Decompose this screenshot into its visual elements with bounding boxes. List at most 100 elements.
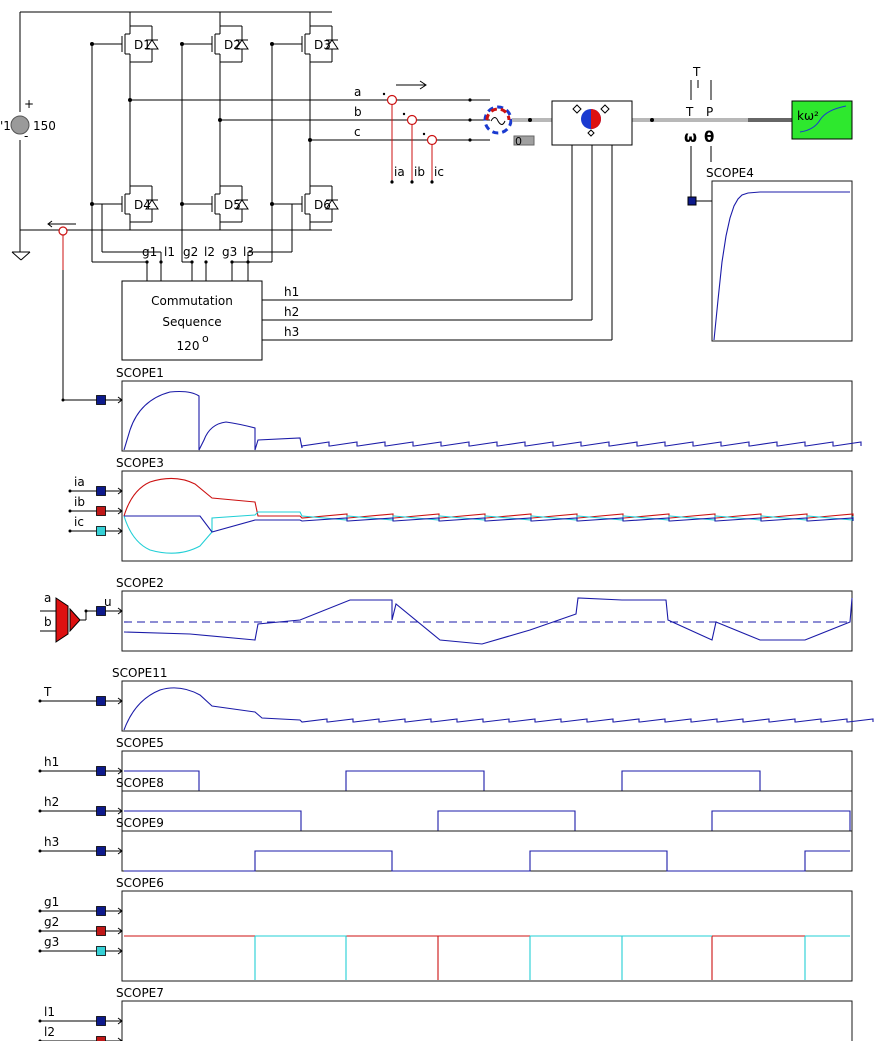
scope-title: SCOPE11 (112, 666, 168, 680)
inverter-bridge: D1 D2 D3 D4 D5 D6 (90, 12, 339, 281)
scope-input-label: h3 (44, 835, 59, 849)
scope-title: SCOPE5 (116, 736, 164, 750)
scope-input-port[interactable] (687, 196, 697, 206)
phase-c-label: c (354, 125, 361, 139)
scope-input-label: l1 (44, 1005, 55, 1019)
scope-input-label: ic (74, 515, 84, 529)
phase-a-label: a (354, 85, 361, 99)
scope-title: SCOPE2 (116, 576, 164, 590)
hall-sensor-block[interactable] (551, 100, 633, 146)
switch-d4[interactable]: D4 (90, 170, 159, 230)
sensor-input-label: a (44, 591, 51, 605)
scope-title: SCOPE4 (706, 166, 754, 180)
scope-title: SCOPE3 (116, 456, 164, 470)
minus-sign: - (24, 129, 28, 143)
scope-input-label: u (104, 595, 112, 609)
plus-sign: + (24, 97, 34, 111)
source-voltage-label: 150 (33, 119, 56, 133)
scope-input-label: T (43, 685, 52, 699)
scope-input-port[interactable] (96, 766, 106, 776)
angle-theta-label: θ (704, 128, 714, 146)
scope-input-label: h2 (44, 795, 59, 809)
scope-input-label: l2 (44, 1025, 55, 1039)
source-side-label: '1 (0, 119, 11, 133)
scope4[interactable]: SCOPE4 (687, 166, 853, 342)
degree-symbol: o (202, 332, 209, 345)
scope-title: SCOPE7 (116, 986, 164, 1000)
switch-label: D1 (134, 38, 151, 52)
switch-d2[interactable]: D2 (180, 12, 249, 100)
scope-input-label: g3 (44, 935, 59, 949)
scope-input-port[interactable] (96, 1016, 106, 1026)
scope-input-label: ib (74, 495, 85, 509)
scope-input-port[interactable] (96, 506, 106, 516)
pin-g1-label: g1 (142, 245, 157, 259)
h2-label: h2 (284, 305, 299, 319)
torque-label: T (685, 105, 694, 119)
scope-input-label: g2 (44, 915, 59, 929)
probe-label: ib (414, 165, 425, 179)
commutation-label-2: Sequence (162, 315, 221, 329)
switch-label: D3 (314, 38, 331, 52)
scope7[interactable]: SCOPE7 l1 l2 (38, 986, 853, 1041)
switch-d5[interactable]: D5 (180, 170, 249, 230)
scope-input-port[interactable] (96, 806, 106, 816)
h1-label: h1 (284, 285, 299, 299)
scope-title: SCOPE8 (116, 776, 164, 790)
scope-input-port[interactable] (96, 926, 106, 936)
scope-input-label: g1 (44, 895, 59, 909)
scope-title: SCOPE6 (116, 876, 164, 890)
dc-voltage-source[interactable]: + - 150 '1 (0, 97, 56, 143)
scope-input-label: ia (74, 475, 85, 489)
bldc-motor-icon[interactable]: 0 (483, 105, 535, 148)
switch-label: D4 (134, 198, 151, 212)
scope6[interactable]: SCOPE6 g1 g2 g3 (38, 876, 853, 982)
load-label: kω² (797, 109, 819, 123)
scope-title: SCOPE1 (116, 366, 164, 380)
scope-input-port[interactable] (96, 906, 106, 916)
switch-d3[interactable]: D3 (270, 12, 339, 100)
pin-g2-label: g2 (183, 245, 198, 259)
switch-label: D5 (224, 198, 241, 212)
probe-label: ia (394, 165, 405, 179)
scope11[interactable]: SCOPE11 T (38, 666, 874, 732)
switch-d6[interactable]: D6 (270, 170, 339, 230)
scope-input-port[interactable] (96, 696, 106, 706)
torque-top-label: T (692, 65, 701, 79)
scope3[interactable]: SCOPE3 ia ib ic (68, 456, 854, 562)
scope-panel: SCOPE1SCOPE3iaibicSCOPE2uabSCOPE11TSCOPE… (38, 366, 874, 1041)
commutation-label-1: Commutation (151, 294, 233, 308)
scope-input-port[interactable] (96, 486, 106, 496)
speed-omega-label: ω (684, 128, 697, 146)
power-label: P (706, 105, 713, 119)
switch-label: D2 (224, 38, 241, 52)
pin-g3-label: g3 (222, 245, 237, 259)
pin-l1-label: l1 (164, 245, 175, 259)
scope-title: SCOPE9 (116, 816, 164, 830)
h3-label: h3 (284, 325, 299, 339)
probe-label: ic (434, 165, 444, 179)
switch-d1[interactable]: D1 (90, 12, 159, 100)
scope1[interactable]: SCOPE1 (61, 366, 862, 452)
gate-routing-wires (91, 44, 312, 281)
probe-ib[interactable]: ib (402, 112, 425, 184)
scope-input-label: h1 (44, 755, 59, 769)
scope2[interactable]: SCOPE2 u ab (44, 576, 853, 652)
scope-input-port[interactable] (96, 395, 106, 405)
scope-input-port[interactable] (96, 526, 106, 536)
phase-b-label: b (354, 105, 362, 119)
switch-label: D6 (314, 198, 331, 212)
scope-input-port[interactable] (96, 846, 106, 856)
probe-ia[interactable]: ia (382, 92, 405, 184)
phase-current-probes: ia ib ic (382, 92, 472, 184)
dc-current-probe[interactable] (47, 220, 96, 401)
scope-input-port[interactable] (96, 946, 106, 956)
dc-bus-wiring (11, 11, 332, 261)
pin-l2-label: l2 (204, 245, 215, 259)
zero-block-label: 0 (515, 135, 522, 148)
commutation-angle: 120 (177, 339, 200, 353)
sensor-input-label: b (44, 615, 52, 629)
quadratic-load-block[interactable]: kω² (791, 100, 853, 140)
scope-input-port[interactable] (96, 1036, 106, 1041)
commutation-sequence-block[interactable]: Commutation Sequence 120 o (121, 280, 263, 361)
